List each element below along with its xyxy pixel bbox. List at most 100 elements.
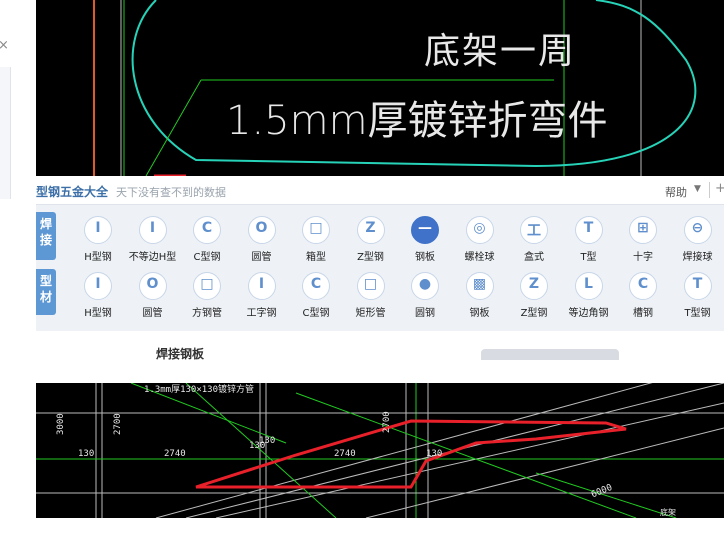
tool-icon: □	[302, 216, 330, 244]
tab-profile[interactable]: 型材	[36, 269, 56, 315]
tool-icon: C	[629, 272, 657, 300]
properties-button[interactable]	[481, 349, 619, 360]
cad-top-view: 底架一周 1.5mm厚镀锌折弯件	[36, 0, 724, 176]
dim-label: 130	[78, 449, 95, 459]
tool-profile-7[interactable]: ▩ 钢板	[452, 272, 508, 322]
help-button[interactable]: 帮助	[665, 184, 687, 200]
tool-icon: ⊖	[683, 216, 712, 244]
tool-weld-8[interactable]: 工盒式	[506, 216, 562, 266]
toolbox-title: 型钢五金大全	[36, 185, 109, 199]
tool-profile-4[interactable]: C C型钢	[288, 272, 344, 322]
annotation-text: 1.3mm厚130×130镀锌方管	[144, 385, 255, 395]
dim-label: 2740	[164, 449, 186, 459]
tool-glyph: T	[692, 276, 703, 292]
properties-panel: 焊接钢板	[36, 331, 724, 361]
tool-icon: —	[411, 216, 439, 244]
tool-glyph: L	[584, 276, 593, 292]
cad-bottom-drawing	[36, 383, 724, 518]
tool-profile-8[interactable]: Z Z型钢	[506, 272, 562, 322]
tool-label: T型钢	[684, 308, 711, 319]
tool-icon: I	[247, 272, 276, 300]
tool-profile-3[interactable]: I 工字钢	[234, 272, 290, 322]
tool-icon: C	[193, 216, 221, 244]
tool-icon: I	[138, 216, 167, 244]
tool-icon: □	[193, 272, 221, 300]
dim-label: 2700	[113, 413, 123, 435]
tool-icon: ⊞	[629, 216, 657, 244]
tool-icon: ●	[411, 272, 439, 300]
divider	[709, 182, 710, 198]
tool-profile-6[interactable]: ● 圆钢	[397, 272, 453, 322]
tool-glyph: ⊖	[691, 220, 704, 236]
close-icon[interactable]: ×	[0, 38, 9, 53]
tool-icon: □	[356, 272, 385, 300]
tool-glyph: ▩	[472, 276, 487, 292]
tool-weld-7[interactable]: ◎ 螺栓球	[452, 216, 508, 266]
dim-label: 2700	[382, 411, 392, 433]
tool-weld-3[interactable]: O 圆管	[234, 216, 290, 266]
properties-label: 焊接钢板	[156, 347, 205, 361]
tool-icon: ▩	[465, 272, 494, 300]
tool-icon: O	[138, 272, 167, 300]
tool-icon: I	[84, 272, 112, 300]
tool-glyph: I	[95, 276, 101, 292]
tool-weld-5[interactable]: Z Z型钢	[343, 216, 399, 266]
tool-weld-4[interactable]: □ 箱型	[288, 216, 344, 266]
tab-weld[interactable]: 焊接	[36, 212, 56, 260]
tool-weld-2[interactable]: C C型钢	[179, 216, 235, 266]
tool-glyph: □	[309, 220, 323, 236]
cad-title-text: 底架一周	[424, 31, 577, 72]
tool-glyph: ●	[418, 276, 432, 292]
dim-label: 3000	[56, 413, 66, 435]
tool-icon: C	[302, 272, 330, 300]
tool-glyph: ⊞	[637, 220, 649, 236]
tool-icon: O	[247, 216, 276, 244]
tool-glyph: C	[637, 276, 649, 292]
tool-glyph: I	[95, 220, 101, 236]
tool-glyph: I	[149, 220, 156, 236]
tool-profile-2[interactable]: □ 方钢管	[179, 272, 235, 322]
add-icon[interactable]: +	[715, 181, 724, 196]
tool-profile-9[interactable]: L 等边角钢	[561, 272, 617, 322]
tool-icon: 工	[520, 216, 548, 244]
cad-subtitle-text: 1.5mm厚镀锌折弯件	[226, 98, 608, 144]
tool-icon: L	[574, 272, 603, 300]
toolbox-search-hint[interactable]: 天下没有查不到的数据	[116, 184, 226, 200]
left-side-panel	[0, 67, 11, 199]
cad-bottom-view: 1.3mm厚130×130镀锌方管 3000 2700 130 2740 130…	[36, 383, 724, 518]
tool-glyph: □	[200, 276, 214, 292]
tool-profile-0[interactable]: I H型钢	[70, 272, 126, 322]
tool-glyph: 工	[527, 223, 541, 239]
tool-profile-1[interactable]: O 圆管	[125, 272, 181, 322]
tool-glyph: C	[310, 276, 322, 292]
tool-glyph: O	[146, 276, 159, 292]
tool-glyph: I	[258, 276, 265, 292]
tool-weld-11[interactable]: ⊖ 焊接球	[670, 216, 724, 266]
tool-weld-10[interactable]: ⊞ 十字	[615, 216, 671, 266]
tool-profile-5[interactable]: □ 矩形管	[343, 272, 399, 322]
tool-weld-6[interactable]: — 钢板	[397, 216, 453, 266]
tool-profile-10[interactable]: C 槽钢	[615, 272, 671, 322]
toolbox-header: 型钢五金大全 天下没有查不到的数据 帮助 ▼ +	[36, 176, 724, 205]
tool-glyph: C	[201, 220, 213, 236]
tool-profile-11[interactable]: T T型钢	[670, 272, 724, 322]
tool-glyph: —	[418, 220, 432, 236]
dim-label: 2740	[334, 449, 356, 459]
chevron-down-icon[interactable]: ▼	[694, 184, 701, 194]
tool-icon: Z	[356, 216, 385, 244]
tool-icon: I	[84, 216, 112, 244]
tool-weld-0[interactable]: I H型钢	[70, 216, 126, 266]
tool-icon: T	[574, 216, 603, 244]
tool-label: 焊接球	[682, 252, 713, 263]
tool-weld-1[interactable]: I 不等边H型	[125, 216, 181, 266]
tool-glyph: Z	[528, 276, 540, 292]
tool-glyph: Z	[365, 220, 376, 236]
tool-weld-9[interactable]: T T型	[561, 216, 617, 266]
tool-icon: ◎	[465, 216, 494, 244]
tool-glyph: T	[583, 220, 594, 236]
tool-icon: T	[683, 272, 712, 300]
tool-icon: Z	[520, 272, 548, 300]
tool-glyph: ◎	[473, 220, 486, 236]
base-label: 底架	[660, 508, 676, 517]
tool-glyph: O	[255, 220, 268, 236]
